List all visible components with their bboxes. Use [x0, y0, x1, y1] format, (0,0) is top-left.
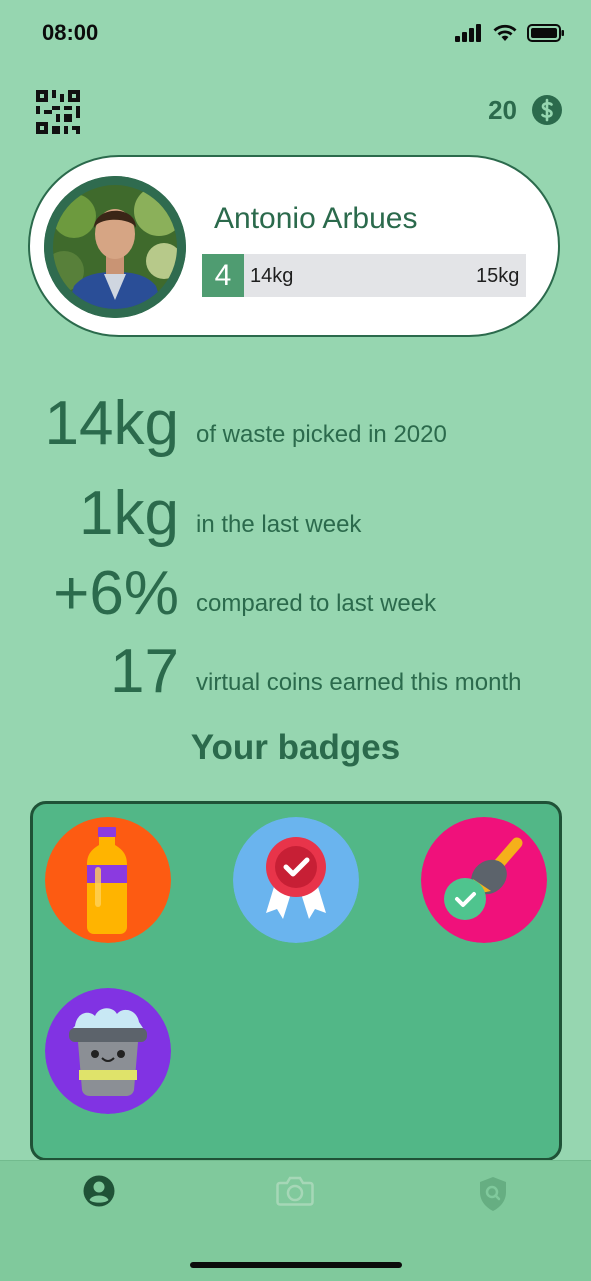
- badges-title: Your badges: [190, 728, 401, 767]
- coins-value: 20: [488, 94, 517, 125]
- stat-label-coins: virtual coins earned this month: [196, 669, 522, 696]
- camera-icon[interactable]: [276, 1175, 314, 1207]
- status-icons: [455, 24, 565, 42]
- stat-value-change: +6%: [53, 559, 179, 628]
- stat-value-week: 1kg: [79, 479, 179, 548]
- signal-icon: [455, 24, 481, 42]
- ribbon-award-badge-icon[interactable]: [233, 817, 359, 943]
- status-time: 08:00: [42, 20, 99, 45]
- wifi-icon: [493, 24, 517, 41]
- stat-label-week: in the last week: [196, 511, 362, 538]
- qr-code-icon[interactable]: [36, 90, 80, 134]
- avatar: [44, 176, 186, 318]
- stat-label-change: compared to last week: [196, 590, 437, 617]
- shield-search-icon[interactable]: [478, 1176, 508, 1212]
- avatar-photo: [44, 176, 186, 318]
- coins-display[interactable]: 20: [488, 94, 563, 126]
- stat-value-year: 14kg: [44, 389, 179, 458]
- target-weight: 15kg: [476, 265, 520, 287]
- stat-value-coins: 17: [110, 637, 179, 706]
- home-indicator: [190, 1262, 402, 1268]
- paint-brush-badge-icon[interactable]: [421, 817, 547, 943]
- current-weight: 14kg: [250, 265, 294, 287]
- profile-icon[interactable]: [83, 1175, 115, 1207]
- dollar-coin-icon: [532, 95, 562, 125]
- trash-bin-badge-icon[interactable]: [45, 988, 171, 1114]
- bottle-badge-icon[interactable]: [45, 817, 171, 943]
- level-badge: 4: [202, 254, 244, 297]
- battery-icon: [527, 24, 564, 42]
- user-name: Antonio Arbues: [214, 202, 418, 235]
- stat-label-year: of waste picked in 2020: [196, 421, 447, 448]
